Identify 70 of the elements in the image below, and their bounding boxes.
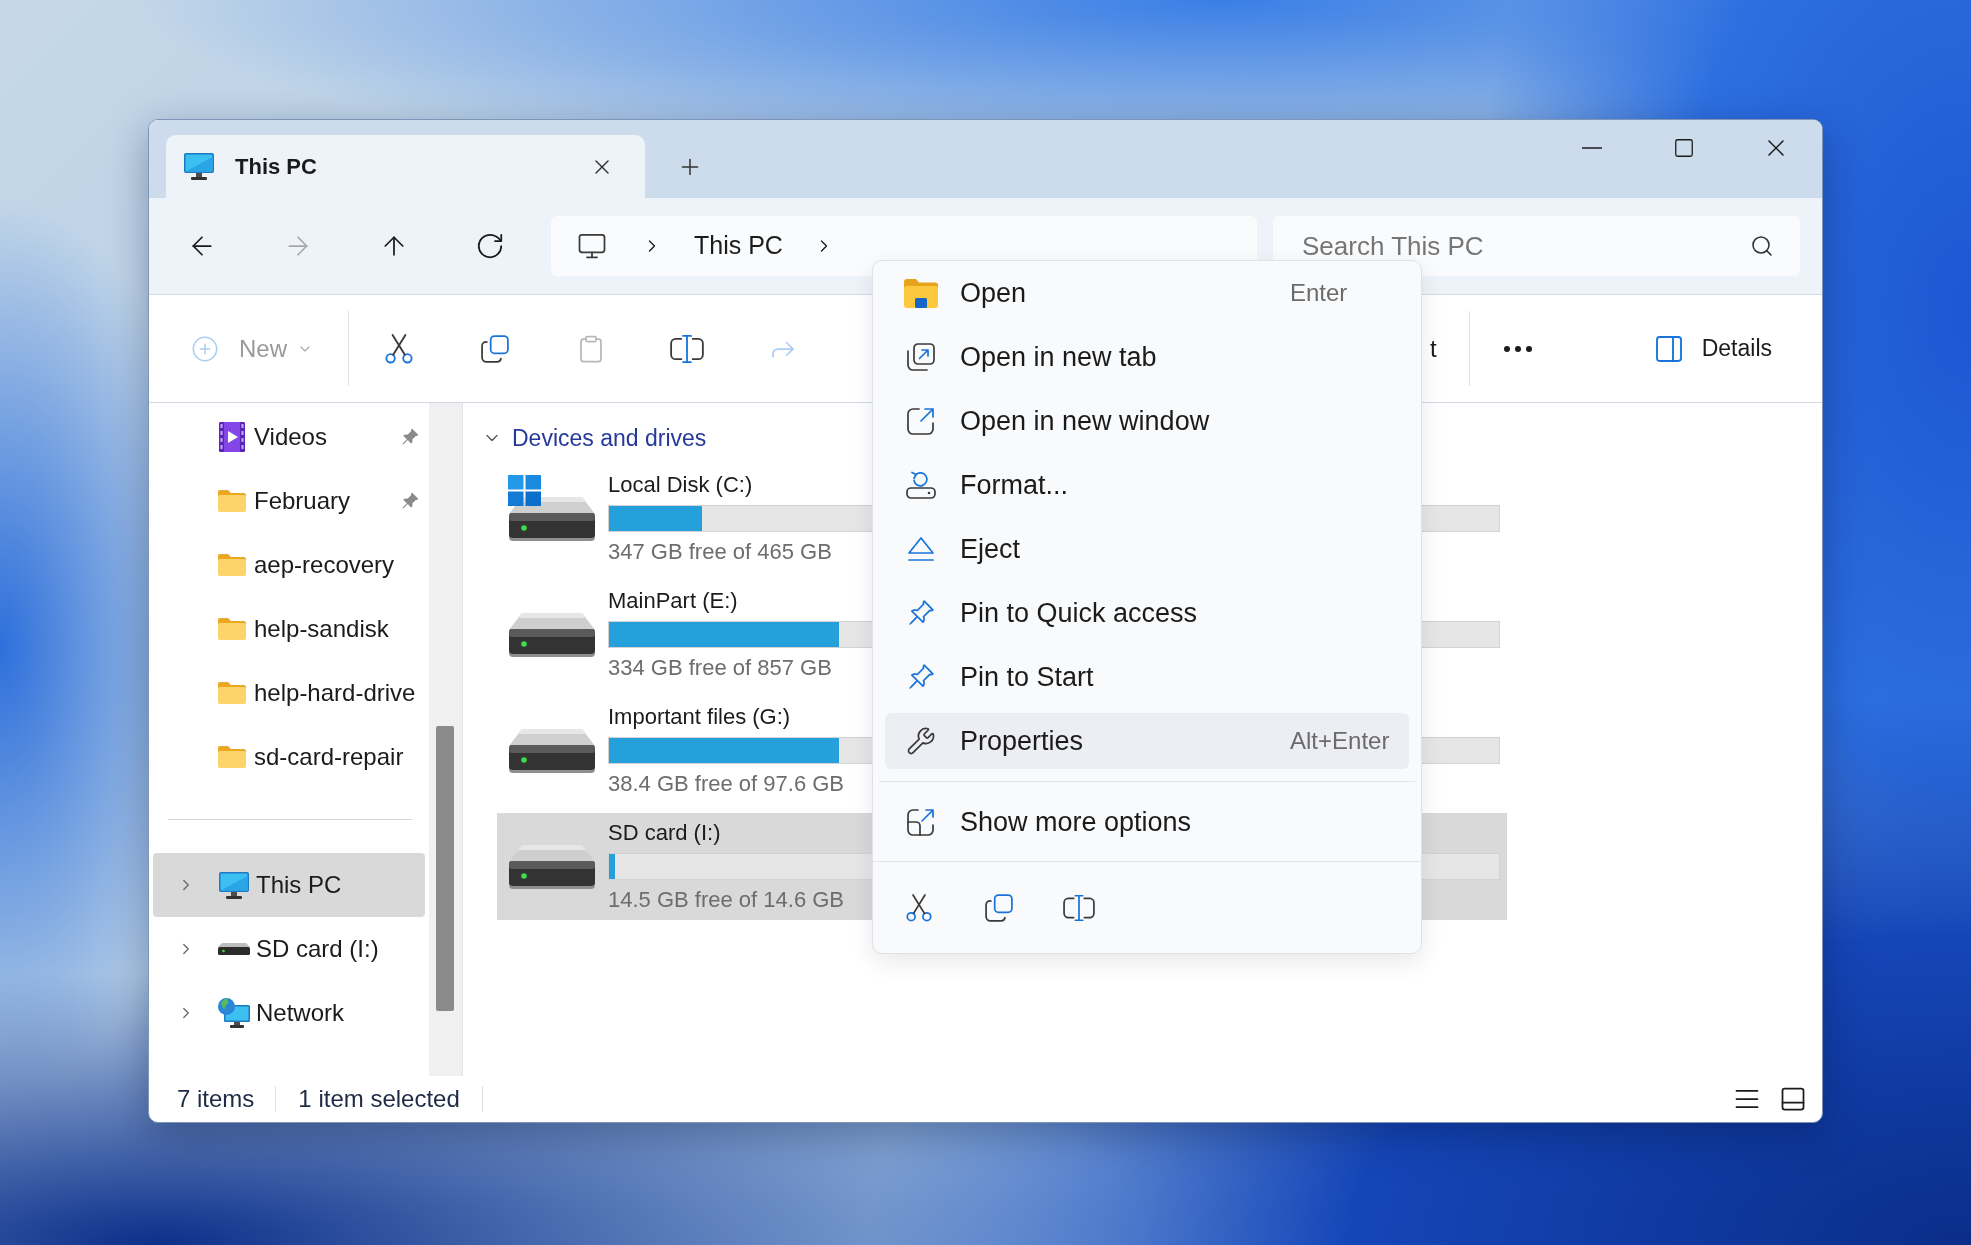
item-count: 7 items [177,1084,255,1114]
sidebar-item[interactable]: February [149,469,429,533]
sidebar-item[interactable]: Videos [149,405,429,469]
menu-item[interactable]: Eject [885,521,1409,577]
external-link-icon [907,407,935,435]
globe-monitor-icon [218,998,250,1028]
drive-icon [509,496,595,541]
folder-icon [904,278,938,308]
film-icon [219,422,245,452]
shortcut-hint: Enter [1290,278,1348,308]
pin-icon [907,599,935,627]
maximize-icon [1673,137,1695,159]
tab[interactable]: This PC [166,135,645,198]
drive-icon [218,943,250,955]
details-button[interactable]: Details [1640,320,1784,377]
sidebar-item[interactable]: SD card (I:) [153,917,425,981]
drive-icon [509,612,595,657]
scrollbar-thumb[interactable] [436,726,454,1011]
monitor-icon [577,231,607,261]
folder-icon [218,490,246,512]
menu-item[interactable]: Pin to Quick access [885,585,1409,641]
pin-icon [907,663,935,691]
menu-item[interactable]: Pin to Start [885,649,1409,705]
free-space-text: 38.4 GB free of 97.6 GB [608,770,845,798]
menu-item[interactable]: Show more options [885,794,1409,850]
shortcut-hint: Alt+Enter [1290,726,1390,756]
panel-bottom-icon [1779,1085,1807,1113]
wrench-icon [906,726,936,756]
menu-item[interactable]: Properties Alt+Enter [885,713,1409,769]
sidebar-item[interactable]: Network [153,981,425,1045]
folder-icon [218,746,246,768]
menu-item[interactable]: Format... [885,457,1409,513]
eject-icon [907,536,935,562]
sidebar-item[interactable]: sd-card-repair [149,725,429,789]
minimize-icon [1582,147,1602,149]
stacked-window-arrow-icon [907,343,935,371]
drive-label: MainPart (E:) [608,587,738,615]
folder-icon [218,682,246,704]
drive-icon [509,844,595,889]
sidebar-item[interactable]: This PC [153,853,425,917]
group-header[interactable]: Devices and drives [463,418,715,458]
menu-item[interactable]: Open in new window [885,393,1409,449]
scissors-icon [906,892,932,923]
breadcrumb-item[interactable]: This PC [694,227,783,265]
more-icon [1503,345,1532,352]
drive-icon [509,728,595,773]
search-field[interactable]: Search This PC [1273,216,1800,276]
four-squares-icon [508,474,541,506]
menu-item[interactable]: Open in new tab [885,329,1409,385]
plus-circle-icon [191,334,219,363]
square-arrow-icon [907,808,935,836]
toolbar-button[interactable]: t [1430,330,1437,367]
folder-icon [218,618,246,640]
sidebar-item[interactable]: aep-recovery [149,533,429,597]
free-space-text: 334 GB free of 857 GB [608,654,832,682]
drive-label: SD card (I:) [608,819,721,847]
copy-icon [985,893,1013,922]
folder-icon [218,554,246,576]
text-cursor-icon [1063,893,1095,922]
drive-label: Important files (G:) [608,703,791,731]
search-icon [1750,234,1774,258]
monitor-icon [219,871,249,899]
monitor-icon [184,153,214,180]
selection-status: 1 item selected [298,1084,460,1114]
sidebar-item[interactable]: help-hard-drive [149,661,429,725]
drive-label: Local Disk (C:) [608,471,753,499]
free-space-text: 347 GB free of 465 GB [608,538,832,566]
drive-refresh-icon [906,471,936,499]
sidebar-item[interactable]: help-sandisk [149,597,429,661]
free-space-text: 14.5 GB free of 14.6 GB [608,886,845,914]
